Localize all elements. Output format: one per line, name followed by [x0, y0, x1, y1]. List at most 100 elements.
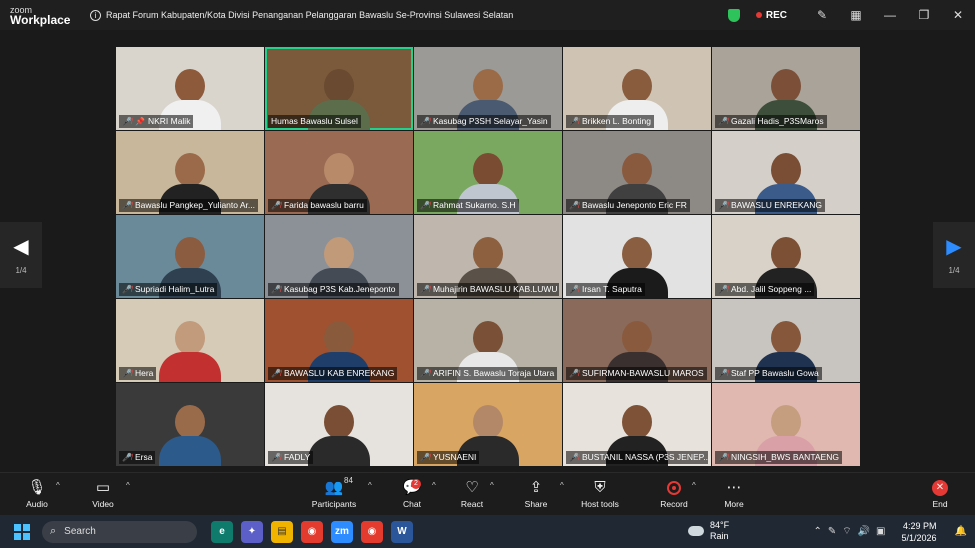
participant-head [473, 237, 503, 271]
participant-name: SUFIRMAN-BAWASLU MAROS [581, 368, 704, 378]
mic-muted-icon: 🎤̸ [718, 285, 728, 294]
next-page-button[interactable]: ▶ 1/4 [933, 222, 975, 288]
video-options-chevron-icon[interactable]: ^ [126, 481, 130, 490]
participant-name-tag: 🎤̸ FADLY [268, 451, 314, 464]
participant-tile[interactable]: 🎤̸ Bawaslu Jeneponto Eric FR [563, 131, 711, 214]
participant-name: Ersa [134, 452, 153, 462]
participant-name: ARIFIN S. Bawaslu Toraja Utara [432, 368, 555, 378]
participant-tile[interactable]: 🎤̸ Brikken L. Bonting [563, 47, 711, 130]
participant-tile[interactable]: 🎤̸ YUSNAENI [414, 383, 562, 466]
microphone-icon: 🎙 [27, 479, 47, 496]
participant-name-tag: 🎤̸Humas Bawaslu Sulsel [268, 115, 361, 128]
chevron-right-icon: ▶ [946, 235, 962, 258]
participant-tile[interactable]: 🎤̸ Irsan T. Saputra [563, 215, 711, 298]
participant-tile[interactable]: 🎤̸ Supriadi Halim_Lutra [116, 215, 264, 298]
participant-tile[interactable]: 🎤̸ Abd. Jalil Soppeng ... [712, 215, 860, 298]
encryption-shield-icon[interactable] [727, 8, 740, 22]
system-tray-icons[interactable]: ⌃✎⌔🔊▣ [813, 525, 891, 538]
participant-head [622, 237, 652, 271]
participant-name: Bawaslu Jeneponto Eric FR [581, 200, 687, 210]
edge-icon[interactable]: e [211, 520, 233, 543]
participant-head [175, 153, 205, 187]
participant-tile[interactable]: 🎤̸Muhajirin BAWASLU KAB.LUWU U... [414, 215, 562, 298]
chrome-profile-icon[interactable]: ◉ [361, 520, 383, 543]
participant-name: Muhajirin BAWASLU KAB.LUWU U... [432, 284, 559, 294]
windows-start-icon[interactable] [14, 523, 30, 540]
react-button[interactable]: ♡ React [458, 477, 486, 509]
participant-tile[interactable]: 🎤̸ Ersa [116, 383, 264, 466]
weather-widget[interactable]: 84°F Rain [688, 520, 729, 542]
taskbar-search[interactable]: ⌕ Search [42, 520, 197, 543]
brand-bottom: Workplace [10, 13, 71, 27]
mic-muted-icon: 🎤̸ [271, 369, 281, 378]
audio-options-chevron-icon[interactable]: ^ [56, 481, 60, 490]
participant-tile[interactable]: 🎤̸ Kasubag P3S Kab.Jeneponto [265, 215, 413, 298]
copilot-icon[interactable]: ✦ [241, 520, 263, 543]
time: 4:29 PM [903, 520, 937, 531]
participant-head [473, 405, 503, 439]
participant-name-tag: 🎤̸ SUFIRMAN-BAWASLU MAROS [566, 367, 707, 380]
share-button[interactable]: ⇪ Share [522, 477, 550, 509]
recording-indicator[interactable]: REC [755, 10, 787, 21]
pencil-icon[interactable]: ✎ [805, 8, 839, 22]
audio-button[interactable]: 🎙 Audio [22, 477, 52, 509]
chat-badge: 2 [411, 479, 421, 489]
meeting-toolbar: 🎙 Audio ^ ▭ Video ^ 👥 Participants 84 ^ … [0, 472, 975, 515]
rain-cloud-icon [688, 526, 704, 536]
more-button[interactable]: ⋯ More [720, 477, 748, 509]
end-button[interactable]: ✕ End [928, 477, 952, 509]
prev-page-button[interactable]: ◀ 1/4 [0, 222, 42, 288]
participant-tile[interactable]: 🎤̸ Farida bawaslu barru [265, 131, 413, 214]
participant-name-tag: 🎤̸ Rahmat Sukarno. S.H [417, 199, 519, 212]
mic-muted-icon: 🎤̸ [420, 201, 430, 210]
mic-muted-icon: 🎤̸ [718, 369, 728, 378]
meeting-info[interactable]: i Rapat Forum Kabupaten/Kota Divisi Pena… [90, 9, 513, 21]
participant-name-tag: 🎤̸Muhajirin BAWASLU KAB.LUWU U... [417, 283, 559, 296]
host-tools-label: Host tools [581, 499, 619, 509]
file-explorer-icon[interactable]: ▤ [271, 520, 293, 543]
zoom-taskbar-icon[interactable]: zm [331, 520, 353, 543]
participant-name-tag: 🎤̸ Gazali Hadis_P3SMaros [715, 115, 827, 128]
participant-tile[interactable]: 🎤̸ Rahmat Sukarno. S.H [414, 131, 562, 214]
info-icon[interactable]: i [90, 9, 101, 21]
chat-options-chevron-icon[interactable]: ^ [432, 481, 436, 490]
participant-tile[interactable]: 🎤̸ Bawaslu Pangkep_Yulianto Ar... [116, 131, 264, 214]
minimize-button[interactable]: — [873, 8, 907, 22]
participant-name-tag: 🎤̸ Irsan T. Saputra [566, 283, 645, 296]
restore-button[interactable]: ❐ [907, 8, 941, 22]
participant-tile[interactable]: 🎤̸ 📌 NKRI Malik [116, 47, 264, 130]
video-button[interactable]: ▭ Video [88, 477, 118, 509]
participant-tile[interactable]: 🎤̸ Hera [116, 299, 264, 382]
gallery-view-icon[interactable]: ▦ [839, 8, 873, 22]
chrome-icon[interactable]: ◉ [301, 520, 323, 543]
word-icon[interactable]: W [391, 520, 413, 543]
mic-muted-icon: 🎤̸ [569, 285, 579, 294]
participant-tile[interactable]: 🎤̸ SUFIRMAN-BAWASLU MAROS [563, 299, 711, 382]
mic-muted-icon: 🎤̸ [420, 453, 430, 462]
mic-muted-icon: 🎤̸ [569, 453, 579, 462]
chat-button[interactable]: 💬 Chat 2 [398, 477, 426, 509]
participant-tile[interactable]: 🎤̸Humas Bawaslu Sulsel [265, 47, 413, 130]
participant-tile[interactable]: 🎤̸ BAWASLU ENREKANG [712, 131, 860, 214]
record-button[interactable]: Record [658, 477, 690, 509]
mic-muted-icon: 🎤̸ [569, 201, 579, 210]
react-options-chevron-icon[interactable]: ^ [490, 481, 494, 490]
participant-name: Abd. Jalil Soppeng ... [730, 284, 812, 294]
participant-tile[interactable]: 🎤̸ Staf PP Bawaslu Gowa [712, 299, 860, 382]
participant-tile[interactable]: 🎤̸ FADLY [265, 383, 413, 466]
participants-options-chevron-icon[interactable]: ^ [368, 481, 372, 490]
participant-tile[interactable]: 🎤̸ Kasubag P3SH Selayar_Yasin [414, 47, 562, 130]
participant-tile[interactable]: 🎤̸ Gazali Hadis_P3SMaros [712, 47, 860, 130]
share-options-chevron-icon[interactable]: ^ [560, 481, 564, 490]
participant-tile[interactable]: 🎤̸ NINGSIH_BWS BANTAENG [712, 383, 860, 466]
notification-bell-icon[interactable]: 🔔 [955, 526, 967, 537]
participant-tile[interactable]: 🎤̸ ARIFIN S. Bawaslu Toraja Utara [414, 299, 562, 382]
record-options-chevron-icon[interactable]: ^ [692, 481, 696, 490]
os-taskbar: ⌕ Search e ✦ ▤ ◉ zm ◉ W 84°F Rain ⌃✎⌔🔊▣ … [0, 515, 975, 548]
share-label: Share [524, 499, 548, 509]
host-tools-button[interactable]: ⛨ Host tools [578, 477, 622, 509]
close-button[interactable]: ✕ [941, 8, 975, 22]
participant-tile[interactable]: 🎤̸ BUSTANIL NASSA (P3S JENEP... [563, 383, 711, 466]
clock[interactable]: 4:29 PM 5/1/2026 [902, 520, 937, 544]
participant-tile[interactable]: 🎤̸ BAWASLU KAB ENREKANG [265, 299, 413, 382]
